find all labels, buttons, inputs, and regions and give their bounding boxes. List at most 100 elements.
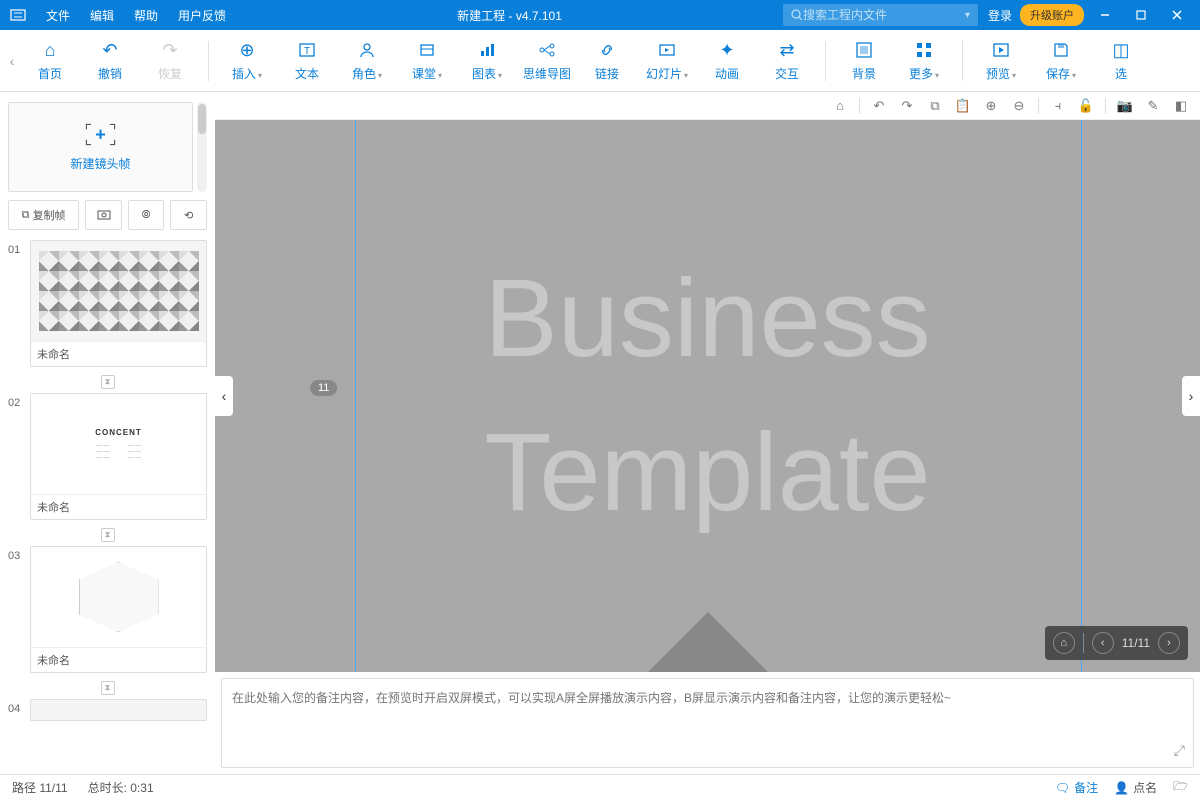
lock-icon[interactable]: 🔓 bbox=[1077, 97, 1095, 115]
menu-file[interactable]: 文件 bbox=[36, 7, 80, 24]
hourglass-icon: ⧗ bbox=[101, 528, 115, 542]
thumb-indicator: ⧗ bbox=[8, 677, 207, 699]
layers-icon[interactable]: ◧ bbox=[1172, 97, 1190, 115]
slide-number: 02 bbox=[8, 393, 30, 520]
slide-number: 03 bbox=[8, 546, 30, 673]
slide-thumb[interactable]: 01 未命名 bbox=[8, 240, 207, 367]
tool-text[interactable]: T文本 bbox=[277, 33, 337, 89]
slide-icon bbox=[656, 39, 678, 61]
tool-bg[interactable]: 背景 bbox=[834, 33, 894, 89]
snapshot-icon[interactable]: 📷 bbox=[1116, 97, 1134, 115]
chart-icon bbox=[476, 39, 498, 61]
tool-redo[interactable]: ↷恢复 bbox=[140, 33, 200, 89]
prev-slide-button[interactable]: ‹ bbox=[215, 376, 233, 416]
guide-line bbox=[1081, 120, 1082, 672]
tool-chart[interactable]: 图表▾ bbox=[457, 33, 517, 89]
copy-icon: ⧉ bbox=[22, 209, 30, 222]
folder-icon: 🗁 bbox=[1173, 777, 1188, 798]
upgrade-button[interactable]: 升级账户 bbox=[1020, 4, 1084, 26]
tool-home[interactable]: ⌂首页 bbox=[20, 33, 80, 89]
slide-name: 未命名 bbox=[31, 494, 206, 519]
status-notes-button[interactable]: 🗨备注 bbox=[1055, 779, 1098, 796]
next-slide-button[interactable]: › bbox=[1182, 376, 1200, 416]
notes-area: ⤢ bbox=[221, 678, 1194, 768]
tool-mindmap[interactable]: 思维导图 bbox=[517, 33, 577, 89]
align-icon[interactable]: ⫞ bbox=[1049, 97, 1067, 115]
separator bbox=[208, 41, 209, 81]
canvas-main[interactable]: Business Template 11 ‹ › ⌂ ‹ 11/11 › bbox=[215, 120, 1200, 672]
tool-insert[interactable]: ⊕插入▾ bbox=[217, 33, 277, 89]
preview-icon bbox=[990, 39, 1012, 61]
tool-role[interactable]: 角色▾ bbox=[337, 33, 397, 89]
paste-icon[interactable]: 📋 bbox=[954, 97, 972, 115]
tool-preview[interactable]: 预览▾ bbox=[971, 33, 1031, 89]
nav-home-icon[interactable]: ⌂ bbox=[1053, 632, 1075, 654]
thumb-preview bbox=[31, 700, 206, 720]
thumb-preview bbox=[31, 241, 206, 341]
tool-more[interactable]: 更多▾ bbox=[894, 33, 954, 89]
slide-thumb[interactable]: 03 未命名 bbox=[8, 546, 207, 673]
expand-icon[interactable]: ⤢ bbox=[1174, 742, 1185, 759]
search-box[interactable]: ▾ bbox=[783, 4, 978, 26]
new-frame-button[interactable]: ⌜ ⌝ ⌞ ⌟ + 新建镜头帧 bbox=[8, 102, 193, 192]
tool-anim[interactable]: ✦动画 bbox=[697, 33, 757, 89]
new-frame-scroll[interactable] bbox=[197, 102, 207, 192]
zoom-in-icon[interactable]: ⊕ bbox=[982, 97, 1000, 115]
slide-thumb[interactable]: 02 CONCENT — —— —— —— —— —— — 未命名 bbox=[8, 393, 207, 520]
title-bar: 文件 编辑 帮助 用户反馈 新建工程 - v4.7.101 ▾ 登录 升级账户 bbox=[0, 0, 1200, 30]
slide-name: 未命名 bbox=[31, 647, 206, 672]
close-button[interactable] bbox=[1162, 5, 1192, 25]
tool-link[interactable]: 链接 bbox=[577, 33, 637, 89]
toolbar-prev-icon[interactable]: ‹ bbox=[4, 31, 20, 91]
more-icon bbox=[913, 39, 935, 61]
link-icon bbox=[596, 39, 618, 61]
new-frame-label: 新建镜头帧 bbox=[70, 155, 130, 172]
status-roll-button[interactable]: 👤点名 bbox=[1114, 779, 1157, 796]
insert-icon: ⊕ bbox=[236, 39, 258, 61]
text-icon: T bbox=[296, 39, 318, 61]
separator bbox=[825, 41, 826, 81]
nav-widget: ⌂ ‹ 11/11 › bbox=[1045, 626, 1188, 660]
canvas-content: Business Template bbox=[484, 242, 930, 550]
lesson-icon bbox=[416, 39, 438, 61]
refresh-button[interactable]: ⟲ bbox=[170, 200, 207, 230]
maximize-button[interactable] bbox=[1126, 5, 1156, 25]
canvas-area: ⌂ ↶ ↷ ⧉ 📋 ⊕ ⊖ ⫞ 🔓 📷 ✎ ◧ Business Templat… bbox=[215, 92, 1200, 774]
home-icon[interactable]: ⌂ bbox=[831, 97, 849, 115]
slide-number: 01 bbox=[8, 240, 30, 367]
copy-icon[interactable]: ⧉ bbox=[926, 97, 944, 115]
slide-thumbnails: 01 未命名 ⧗ 02 CONCENT — —— —— —— —— —— — 未… bbox=[8, 240, 207, 764]
nav-prev-icon[interactable]: ‹ bbox=[1092, 632, 1114, 654]
menu-edit[interactable]: 编辑 bbox=[80, 7, 124, 24]
tool-select[interactable]: ◫选 bbox=[1091, 33, 1151, 89]
login-link[interactable]: 登录 bbox=[988, 7, 1012, 24]
notes-input[interactable] bbox=[232, 689, 1183, 757]
rotate-right-icon[interactable]: ↷ bbox=[898, 97, 916, 115]
undo-icon: ↶ bbox=[99, 39, 121, 61]
tool-slide[interactable]: 幻灯片▾ bbox=[637, 33, 697, 89]
rotate-left-icon[interactable]: ↶ bbox=[870, 97, 888, 115]
status-folder-button[interactable]: 🗁 bbox=[1173, 777, 1188, 798]
tool-interact[interactable]: ⇄交互 bbox=[757, 33, 817, 89]
menu-help[interactable]: 帮助 bbox=[124, 7, 168, 24]
minimize-button[interactable] bbox=[1090, 5, 1120, 25]
body-area: ⌜ ⌝ ⌞ ⌟ + 新建镜头帧 ⧉ 复制帧 ⦾ ⟲ 01 未命名 bbox=[0, 92, 1200, 774]
tool-undo[interactable]: ↶撤销 bbox=[80, 33, 140, 89]
menu-feedback[interactable]: 用户反馈 bbox=[168, 7, 236, 24]
copy-frame-button[interactable]: ⧉ 复制帧 bbox=[8, 200, 79, 230]
camera-button[interactable] bbox=[85, 200, 122, 230]
search-input[interactable] bbox=[803, 8, 965, 22]
scan-button[interactable]: ⦾ bbox=[128, 200, 165, 230]
app-logo-icon bbox=[8, 5, 28, 25]
tool-lesson[interactable]: 课堂▾ bbox=[397, 33, 457, 89]
zoom-out-icon[interactable]: ⊖ bbox=[1010, 97, 1028, 115]
scan-icon: ⦾ bbox=[142, 209, 151, 222]
search-dropdown-icon[interactable]: ▾ bbox=[965, 10, 970, 21]
edit-icon[interactable]: ✎ bbox=[1144, 97, 1162, 115]
redo-icon: ↷ bbox=[159, 39, 181, 61]
home-icon: ⌂ bbox=[39, 39, 61, 61]
slide-thumb[interactable]: 04 bbox=[8, 699, 207, 721]
nav-next-icon[interactable]: › bbox=[1158, 632, 1180, 654]
select-icon: ◫ bbox=[1110, 39, 1132, 61]
tool-save[interactable]: 保存▾ bbox=[1031, 33, 1091, 89]
